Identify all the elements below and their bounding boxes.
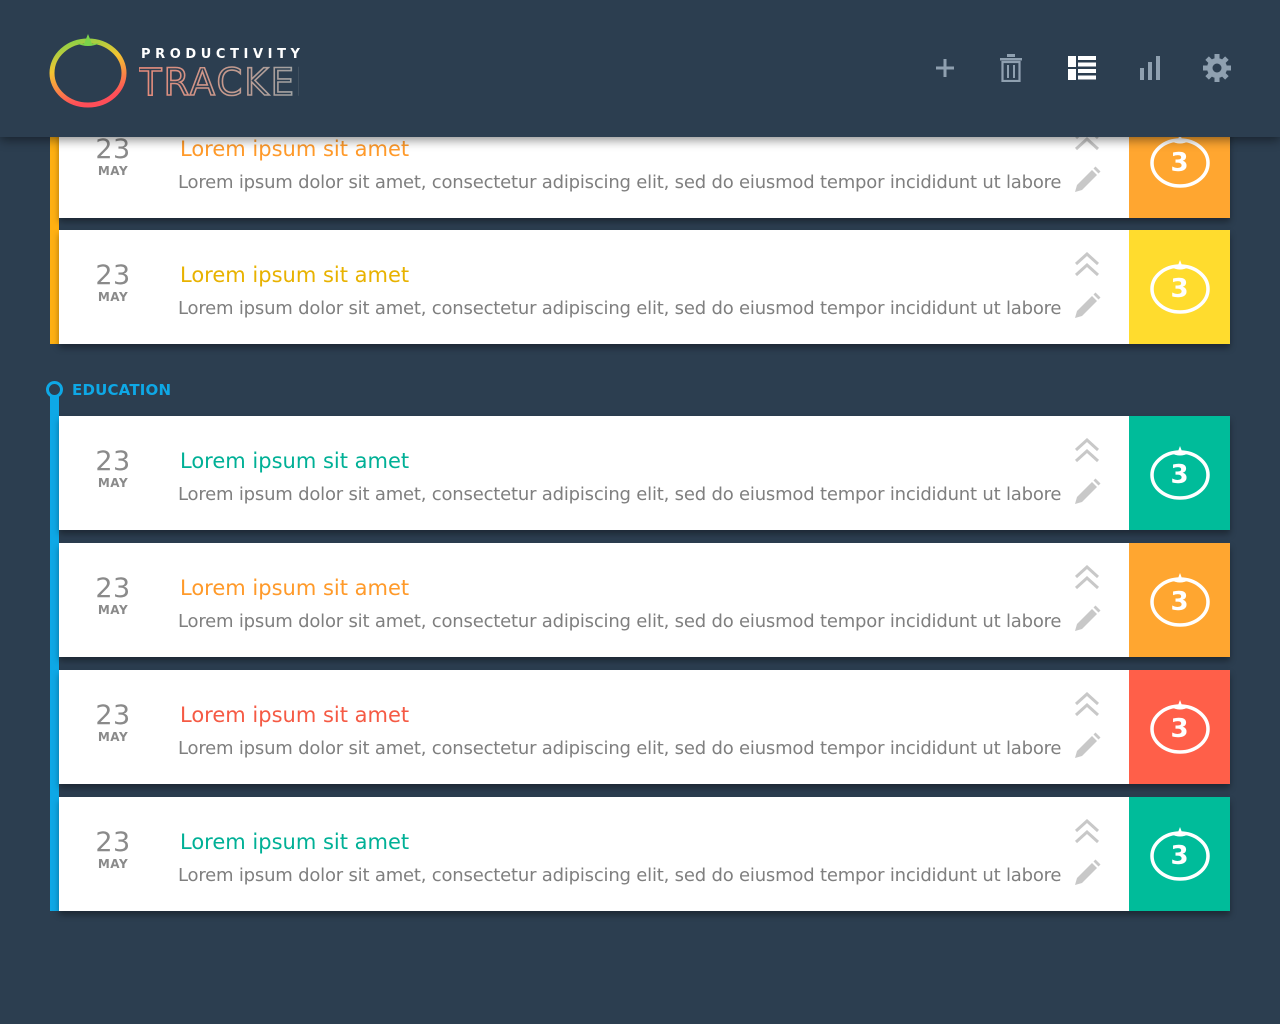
logo-title-top: PRODUCTIVITY [141, 47, 305, 62]
edit-button[interactable] [1073, 732, 1101, 765]
task-list: 23 MAY Lorem ipsum sit amet Lorem ipsum … [0, 0, 1280, 1024]
category-label-education: EDUCATION [72, 381, 172, 399]
edit-button[interactable] [1073, 605, 1101, 638]
task-description: Lorem ipsum dolor sit amet, consectetur … [178, 738, 1062, 759]
settings-button[interactable] [1197, 48, 1237, 88]
task-card[interactable]: 23 MAY Lorem ipsum sit amet Lorem ipsum … [59, 797, 1230, 911]
task-date-month: MAY [97, 290, 129, 304]
pencil-icon [1075, 859, 1101, 885]
pomodoro-count: 3 [1170, 714, 1189, 744]
task-date: 23 MAY [83, 262, 143, 304]
task-card[interactable]: 23 MAY Lorem ipsum sit amet Lorem ipsum … [59, 543, 1230, 657]
pencil-icon [1075, 292, 1101, 318]
tomato-logo-icon [48, 30, 130, 113]
stats-button[interactable] [1130, 48, 1170, 88]
task-date: 23 MAY [83, 136, 143, 178]
task-date: 23 MAY [83, 448, 143, 490]
task-date-month: MAY [97, 857, 129, 871]
task-date: 23 MAY [83, 575, 143, 617]
pencil-icon [1075, 478, 1101, 504]
edit-button[interactable] [1073, 478, 1101, 511]
pomodoro-count: 3 [1170, 148, 1189, 178]
add-button[interactable] [925, 48, 965, 88]
task-title: Lorem ipsum sit amet [180, 576, 410, 600]
task-description: Lorem ipsum dolor sit amet, consectetur … [178, 484, 1062, 505]
category-bar-education [50, 395, 59, 911]
pomodoro-badge[interactable]: 3 [1129, 797, 1230, 911]
task-date-day: 23 [95, 700, 131, 731]
bar-chart-icon [1140, 56, 1160, 80]
task-description: Lorem ipsum dolor sit amet, consectetur … [178, 172, 1062, 193]
double-chevron-up-icon [1074, 691, 1100, 717]
move-up-button[interactable] [1073, 818, 1101, 850]
pomodoro-count: 3 [1170, 841, 1189, 871]
task-title: Lorem ipsum sit amet [180, 449, 410, 473]
move-up-button[interactable] [1073, 251, 1101, 283]
move-up-button[interactable] [1073, 691, 1101, 723]
task-title: Lorem ipsum sit amet [180, 137, 410, 161]
edit-button[interactable] [1073, 292, 1101, 325]
edit-button[interactable] [1073, 859, 1101, 892]
task-title: Lorem ipsum sit amet [180, 830, 410, 854]
task-card[interactable]: 23 MAY Lorem ipsum sit amet Lorem ipsum … [59, 416, 1230, 530]
task-date-day: 23 [95, 827, 131, 858]
task-date-month: MAY [97, 603, 129, 617]
delete-button[interactable] [991, 48, 1031, 88]
double-chevron-up-icon [1074, 818, 1100, 844]
pomodoro-count: 3 [1170, 274, 1189, 304]
pomodoro-badge[interactable]: 3 [1129, 230, 1230, 344]
double-chevron-up-icon [1074, 437, 1100, 463]
logo-bottom-text: TRACKER [139, 62, 299, 102]
task-card[interactable]: 23 MAY Lorem ipsum sit amet Lorem ipsum … [59, 230, 1230, 344]
move-up-button[interactable] [1073, 564, 1101, 596]
task-date-day: 23 [95, 134, 131, 165]
list-view-button[interactable] [1062, 48, 1102, 88]
task-date-day: 23 [95, 260, 131, 291]
task-date: 23 MAY [83, 829, 143, 871]
task-description: Lorem ipsum dolor sit amet, consectetur … [178, 298, 1062, 319]
task-title: Lorem ipsum sit amet [180, 263, 410, 287]
trash-icon [1000, 54, 1022, 82]
task-date-day: 23 [95, 446, 131, 477]
pomodoro-badge[interactable]: 3 [1129, 543, 1230, 657]
pencil-icon [1075, 732, 1101, 758]
plus-icon [936, 59, 954, 77]
task-description: Lorem ipsum dolor sit amet, consectetur … [178, 611, 1062, 632]
double-chevron-up-icon [1074, 564, 1100, 590]
edit-button[interactable] [1073, 166, 1101, 199]
task-date-month: MAY [97, 476, 129, 490]
task-date-day: 23 [95, 573, 131, 604]
double-chevron-up-icon [1074, 251, 1100, 277]
pencil-icon [1075, 605, 1101, 631]
pomodoro-badge[interactable]: 3 [1129, 416, 1230, 530]
pencil-icon [1075, 166, 1101, 192]
move-up-button[interactable] [1073, 437, 1101, 469]
task-date-month: MAY [97, 730, 129, 744]
list-icon [1068, 56, 1096, 80]
pomodoro-count: 3 [1170, 587, 1189, 617]
task-date: 23 MAY [83, 702, 143, 744]
app-header: PRODUCTIVITY TRACKER [0, 0, 1280, 137]
gear-icon [1203, 54, 1231, 82]
task-date-month: MAY [97, 164, 129, 178]
task-description: Lorem ipsum dolor sit amet, consectetur … [178, 865, 1062, 886]
pomodoro-badge[interactable]: 3 [1129, 670, 1230, 784]
pomodoro-count: 3 [1170, 460, 1189, 490]
task-title: Lorem ipsum sit amet [180, 703, 410, 727]
logo-title-bottom: TRACKER [137, 60, 322, 107]
task-card[interactable]: 23 MAY Lorem ipsum sit amet Lorem ipsum … [59, 670, 1230, 784]
